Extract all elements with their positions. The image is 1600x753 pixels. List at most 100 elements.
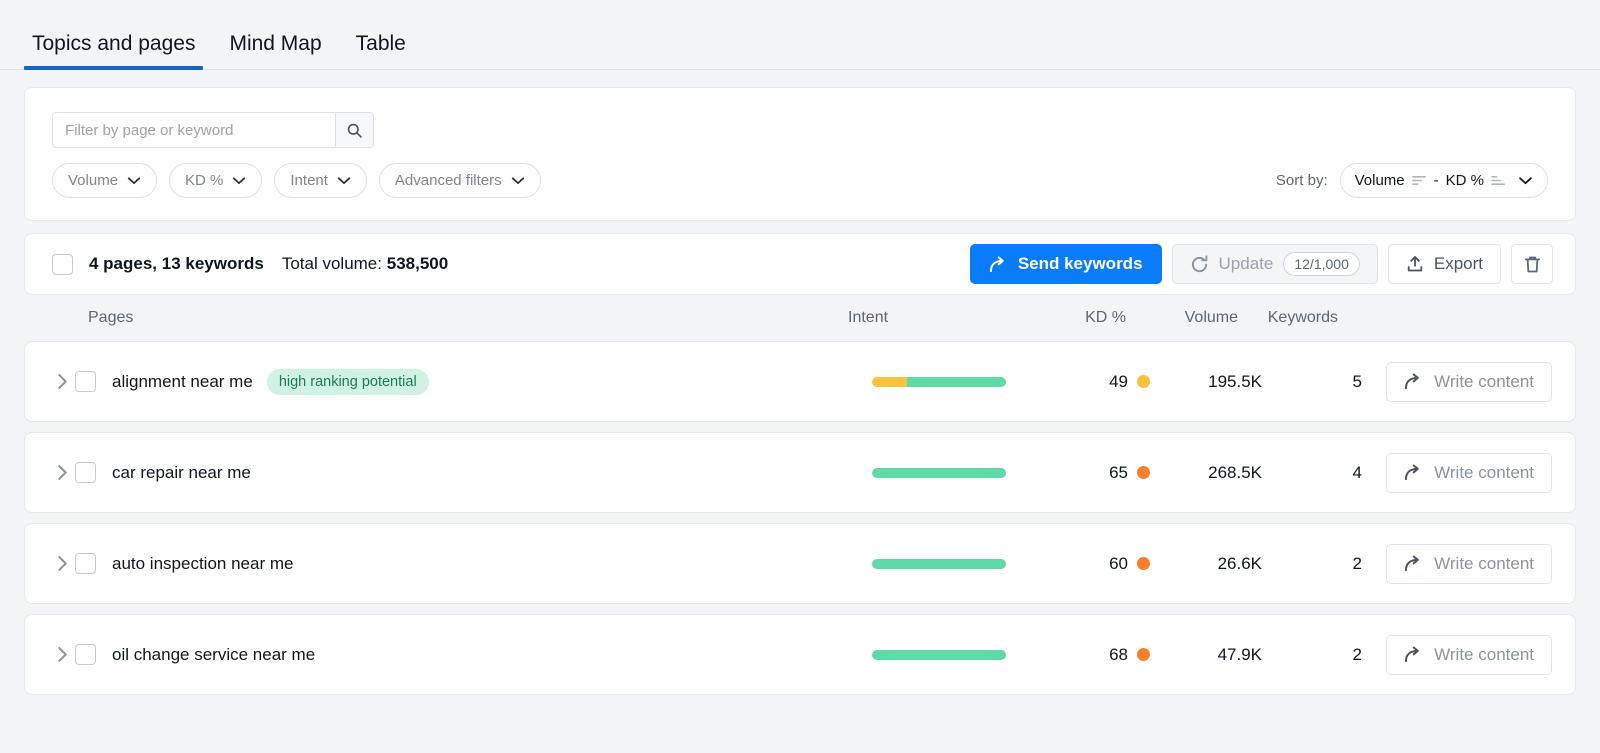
expand-row-icon[interactable] (49, 464, 75, 481)
intent-segment (872, 377, 907, 387)
selection-summary: 4 pages, 13 keywords (89, 254, 264, 274)
keywords-count-cell: 5 (1262, 372, 1362, 392)
write-content-button[interactable]: Write content (1386, 635, 1552, 675)
tab-table[interactable]: Table (348, 33, 414, 69)
table-row[interactable]: alignment near me high ranking potential 4… (24, 341, 1576, 422)
column-header-kd: KD % (1016, 309, 1126, 327)
volume-cell: 195.5K (1150, 372, 1262, 392)
intent-cell (872, 559, 1040, 569)
column-header-volume: Volume (1126, 309, 1238, 327)
table-row[interactable]: oil change service near me6847.9K2Write … (24, 614, 1576, 695)
sort-secondary-label: KD % (1446, 172, 1484, 189)
row-checkbox[interactable] (75, 371, 96, 392)
search-icon (346, 122, 363, 139)
volume-cell: 26.6K (1150, 554, 1262, 574)
kd-value: 60 (1109, 554, 1128, 574)
table-body: alignment near me high ranking potential 4… (0, 341, 1600, 695)
write-content-button[interactable]: Write content (1386, 362, 1552, 402)
kd-difficulty-dot (1137, 375, 1150, 388)
row-checkbox[interactable] (75, 462, 96, 483)
sort-controls: Sort by: Volume - KD % (1276, 163, 1548, 198)
status-badge: high ranking potential (267, 369, 429, 395)
tab-bar: Topics and pages Mind Map Table (0, 0, 1600, 70)
row-actions: Write content (1362, 362, 1552, 402)
page-cell: auto inspection near me (112, 554, 872, 574)
filter-chip-label: KD % (185, 172, 223, 189)
expand-row-icon[interactable] (49, 646, 75, 663)
table-header: Pages Intent KD % Volume Keywords (24, 295, 1576, 341)
select-all-checkbox[interactable] (52, 254, 73, 275)
kd-cell: 65 (1040, 463, 1150, 483)
intent-segment (872, 559, 1006, 569)
search-button[interactable] (335, 113, 373, 147)
chevron-down-icon (1518, 176, 1533, 185)
intent-cell (872, 377, 1040, 387)
filter-chip-kd-[interactable]: KD % (169, 163, 262, 198)
search-input[interactable] (53, 113, 335, 147)
filter-chip-intent[interactable]: Intent (274, 163, 367, 198)
filters-panel: Volume KD % Intent Advanced filters Sort by… (24, 87, 1576, 221)
send-keywords-label: Send keywords (1018, 254, 1143, 274)
chevron-down-icon (511, 176, 525, 185)
column-header-intent: Intent (848, 309, 1016, 327)
sort-ascending-icon (1491, 174, 1506, 187)
page-cell: car repair near me (112, 463, 872, 483)
kd-cell: 49 (1040, 372, 1150, 392)
expand-row-icon[interactable] (49, 555, 75, 572)
upload-icon (1406, 255, 1424, 273)
kd-difficulty-dot (1137, 648, 1150, 661)
page-name: car repair near me (112, 463, 251, 483)
write-content-label: Write content (1434, 645, 1534, 665)
kd-cell: 60 (1040, 554, 1150, 574)
table-row[interactable]: car repair near me65268.5K4Write content (24, 432, 1576, 513)
update-label: Update (1219, 254, 1274, 274)
filter-chip-advanced-filters[interactable]: Advanced filters (379, 163, 541, 198)
tab-topics-and-pages[interactable]: Topics and pages (24, 33, 203, 69)
write-content-label: Write content (1434, 372, 1534, 392)
write-content-label: Write content (1434, 554, 1534, 574)
intent-cell (872, 468, 1040, 478)
row-checkbox[interactable] (75, 553, 96, 574)
write-content-button[interactable]: Write content (1386, 544, 1552, 584)
row-actions: Write content (1362, 635, 1552, 675)
expand-row-icon[interactable] (49, 373, 75, 390)
row-checkbox[interactable] (75, 644, 96, 665)
page-cell: alignment near me high ranking potential (112, 369, 872, 395)
delete-button[interactable] (1511, 244, 1553, 284)
intent-bar (872, 468, 1006, 478)
keywords-count-cell: 2 (1262, 554, 1362, 574)
page-name: alignment near me (112, 372, 253, 392)
column-header-pages: Pages (88, 309, 848, 327)
share-arrow-icon (1404, 555, 1423, 572)
intent-segment (907, 377, 1006, 387)
trash-icon (1524, 255, 1541, 274)
share-arrow-icon (1404, 464, 1423, 481)
filter-search-row (52, 112, 1548, 148)
row-actions: Write content (1362, 544, 1552, 584)
intent-bar (872, 650, 1006, 660)
action-buttons: Send keywords Update 12/1,000 Export (970, 244, 1553, 284)
intent-cell (872, 650, 1040, 660)
intent-bar (872, 559, 1006, 569)
write-content-button[interactable]: Write content (1386, 453, 1552, 493)
table-row[interactable]: auto inspection near me 60 26.6K2 Write con… (24, 523, 1576, 604)
export-button[interactable]: Export (1388, 244, 1501, 284)
page-name: auto inspection near me (112, 554, 293, 574)
kd-cell: 68 (1040, 645, 1150, 665)
share-arrow-icon (1404, 373, 1423, 390)
kd-difficulty-dot (1137, 557, 1150, 570)
search-box[interactable] (52, 112, 374, 148)
update-button[interactable]: Update 12/1,000 (1172, 244, 1378, 284)
intent-segment (872, 468, 1006, 478)
page-cell: oil change service near me (112, 645, 872, 665)
sort-by-label: Sort by: (1276, 172, 1328, 189)
keywords-count-cell: 4 (1262, 463, 1362, 483)
tab-mind-map[interactable]: Mind Map (221, 33, 329, 69)
sort-descending-icon (1412, 174, 1427, 187)
send-keywords-button[interactable]: Send keywords (970, 244, 1162, 284)
sort-select[interactable]: Volume - KD % (1340, 163, 1548, 198)
total-volume: Total volume: 538,500 (282, 254, 448, 274)
filter-chip-label: Advanced filters (395, 172, 502, 189)
kd-value: 68 (1109, 645, 1128, 665)
filter-chip-volume[interactable]: Volume (52, 163, 157, 198)
